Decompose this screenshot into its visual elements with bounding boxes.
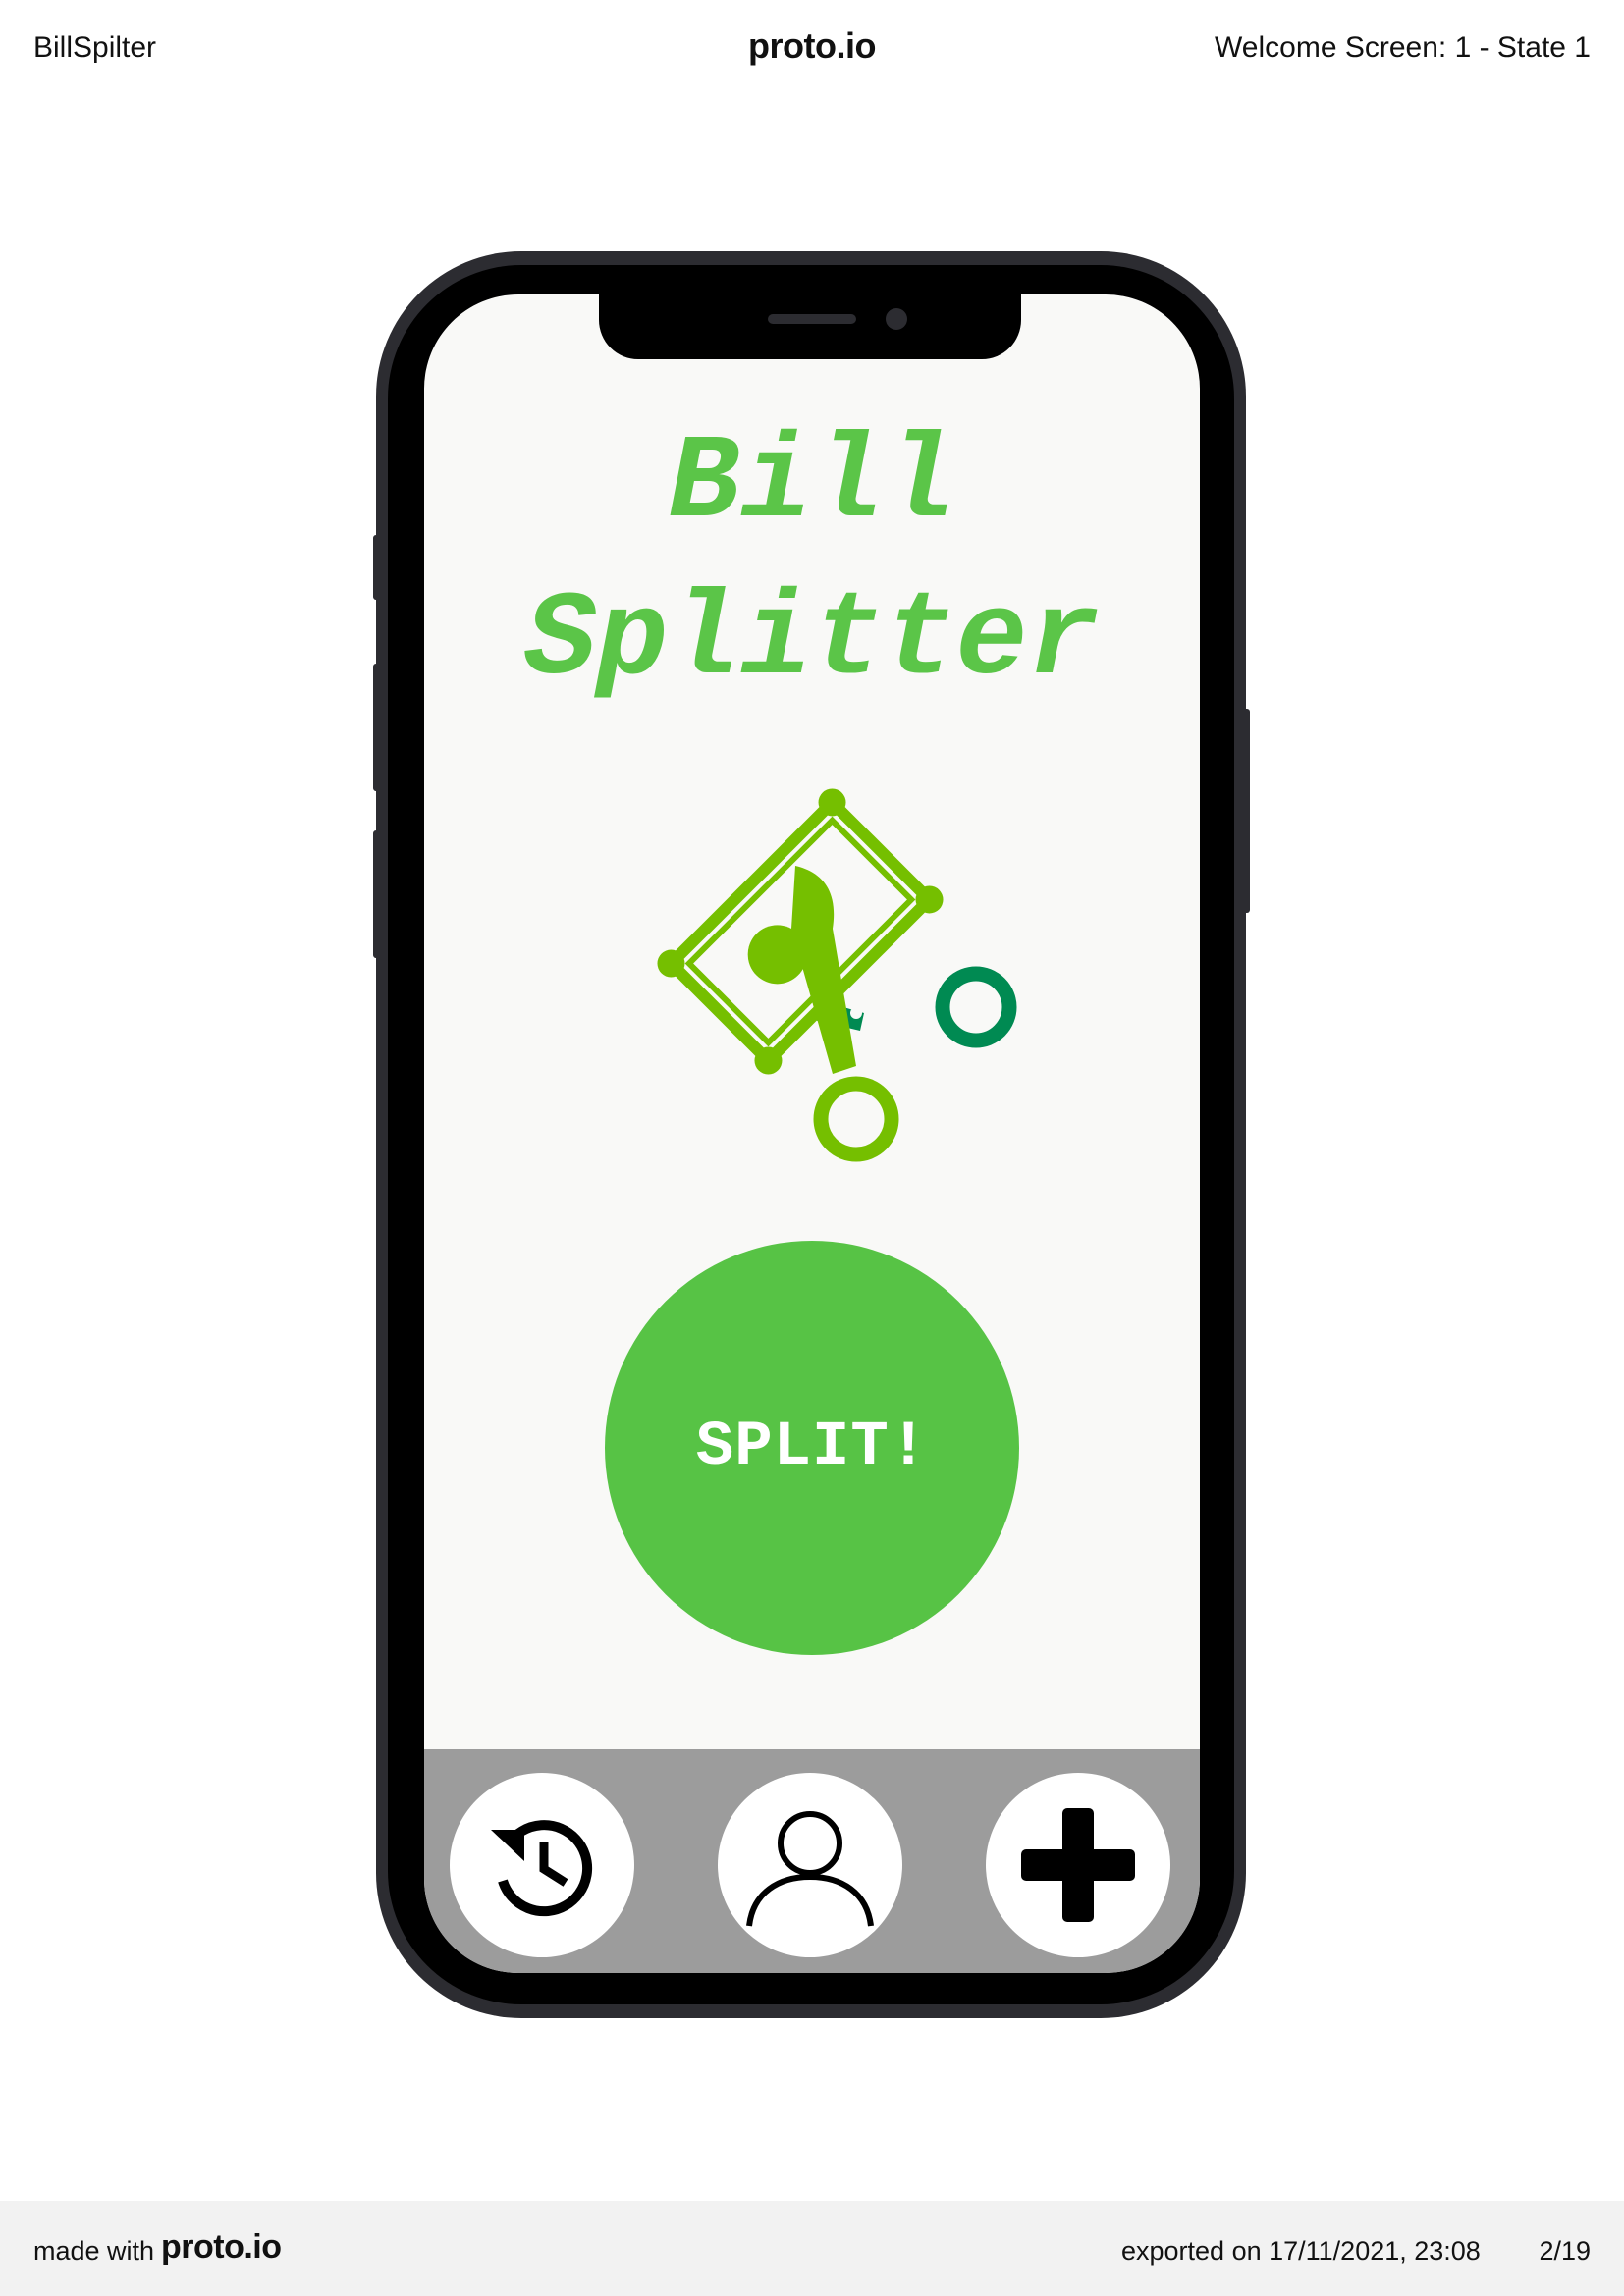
export-header: BillSpilter proto.io Welcome Screen: 1 -… [0,0,1624,98]
user-icon [746,1811,874,1927]
history-button[interactable] [450,1773,634,1957]
page-number: 2/19 [1539,2236,1591,2266]
phone-notch [599,293,1021,359]
screen-name: Welcome Screen: 1 - State 1 [1215,31,1591,64]
export-timestamp: exported on 17/11/2021, 23:08 [1121,2236,1481,2266]
add-button[interactable] [986,1773,1170,1957]
phone-speaker [768,314,856,324]
profile-button[interactable] [718,1773,902,1957]
made-with-label: made with [33,2236,155,2266]
plus-icon [1021,1808,1135,1922]
app-title-line-2: Splitter [524,572,1100,709]
app-title-line-1: Bill [668,415,956,552]
phone-camera [886,308,907,330]
bill-scissors-logo [657,788,1017,1162]
side-button-power [1242,709,1250,913]
side-button-volume-down [373,830,381,958]
history-icon [491,1820,593,1917]
split-button[interactable]: SPLIT! [605,1241,1019,1655]
side-button-volume-up [373,664,381,791]
side-button-silent [373,535,381,600]
footer-proto-io-logo: proto.io [161,2228,282,2266]
